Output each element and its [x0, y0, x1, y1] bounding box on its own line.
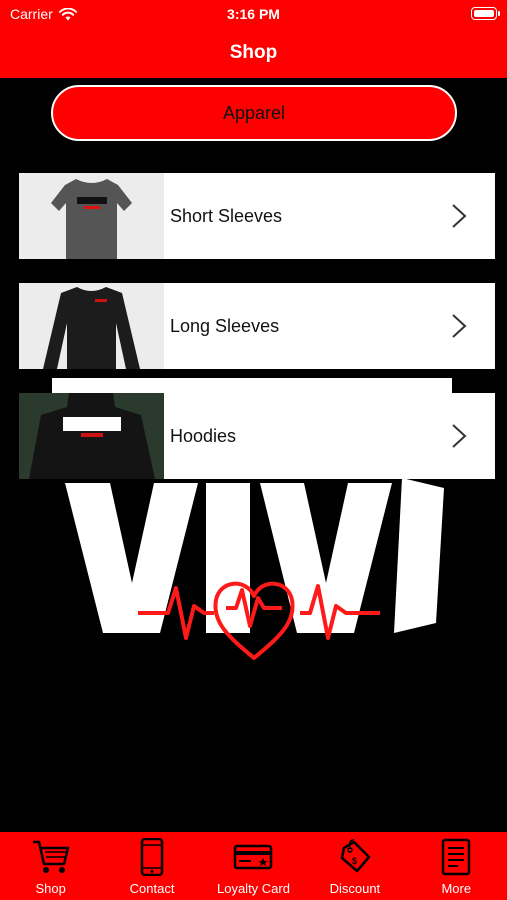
page-title: Shop — [229, 42, 278, 63]
list-item-long-sleeves[interactable]: Long Sleeves — [19, 283, 495, 369]
tab-more[interactable]: More — [406, 832, 507, 900]
tab-discount[interactable]: $ Discount — [304, 832, 405, 900]
tab-bar: Shop Contact Loyalty Card $ Discount Mor… — [0, 832, 507, 900]
long-sleeve-shirt-icon — [19, 283, 164, 369]
short-sleeve-shirt-icon — [19, 173, 164, 259]
battery-icon — [471, 7, 500, 20]
chevron-right-icon — [452, 314, 467, 338]
main-content: Apparel Short Sleeves Long Sleeves Hoodi… — [0, 78, 507, 832]
tab-label: More — [441, 881, 472, 896]
hoodie-icon — [19, 393, 164, 479]
list-item-label: Hoodies — [170, 425, 237, 446]
status-bar: Carrier 3:16 PM — [0, 0, 507, 28]
nav-header: Carrier 3:16 PM Shop — [0, 0, 507, 78]
card-icon — [234, 844, 273, 870]
status-time: 3:16 PM — [227, 6, 280, 22]
apparel-category-button[interactable]: Apparel — [51, 85, 457, 141]
tab-contact[interactable]: Contact — [101, 832, 202, 900]
cart-icon — [32, 840, 69, 873]
tab-label: Shop — [35, 881, 66, 896]
document-icon — [442, 838, 471, 876]
list-item-hoodies[interactable]: Hoodies — [19, 393, 495, 479]
list-item-short-sleeves[interactable]: Short Sleeves — [19, 173, 495, 259]
tab-loyalty-card[interactable]: Loyalty Card — [203, 832, 304, 900]
list-item-label: Long Sleeves — [170, 315, 280, 336]
tag-icon: $ — [340, 839, 371, 873]
chevron-right-icon — [452, 424, 467, 448]
tab-label: Discount — [329, 881, 381, 896]
tab-label: Contact — [129, 881, 175, 896]
chevron-right-icon — [452, 204, 467, 228]
tab-label: Loyalty Card — [216, 881, 290, 896]
svg-text:$: $ — [352, 856, 357, 866]
tab-shop[interactable]: Shop — [0, 832, 101, 900]
list-item-label: Short Sleeves — [170, 205, 283, 226]
phone-icon — [140, 838, 164, 876]
